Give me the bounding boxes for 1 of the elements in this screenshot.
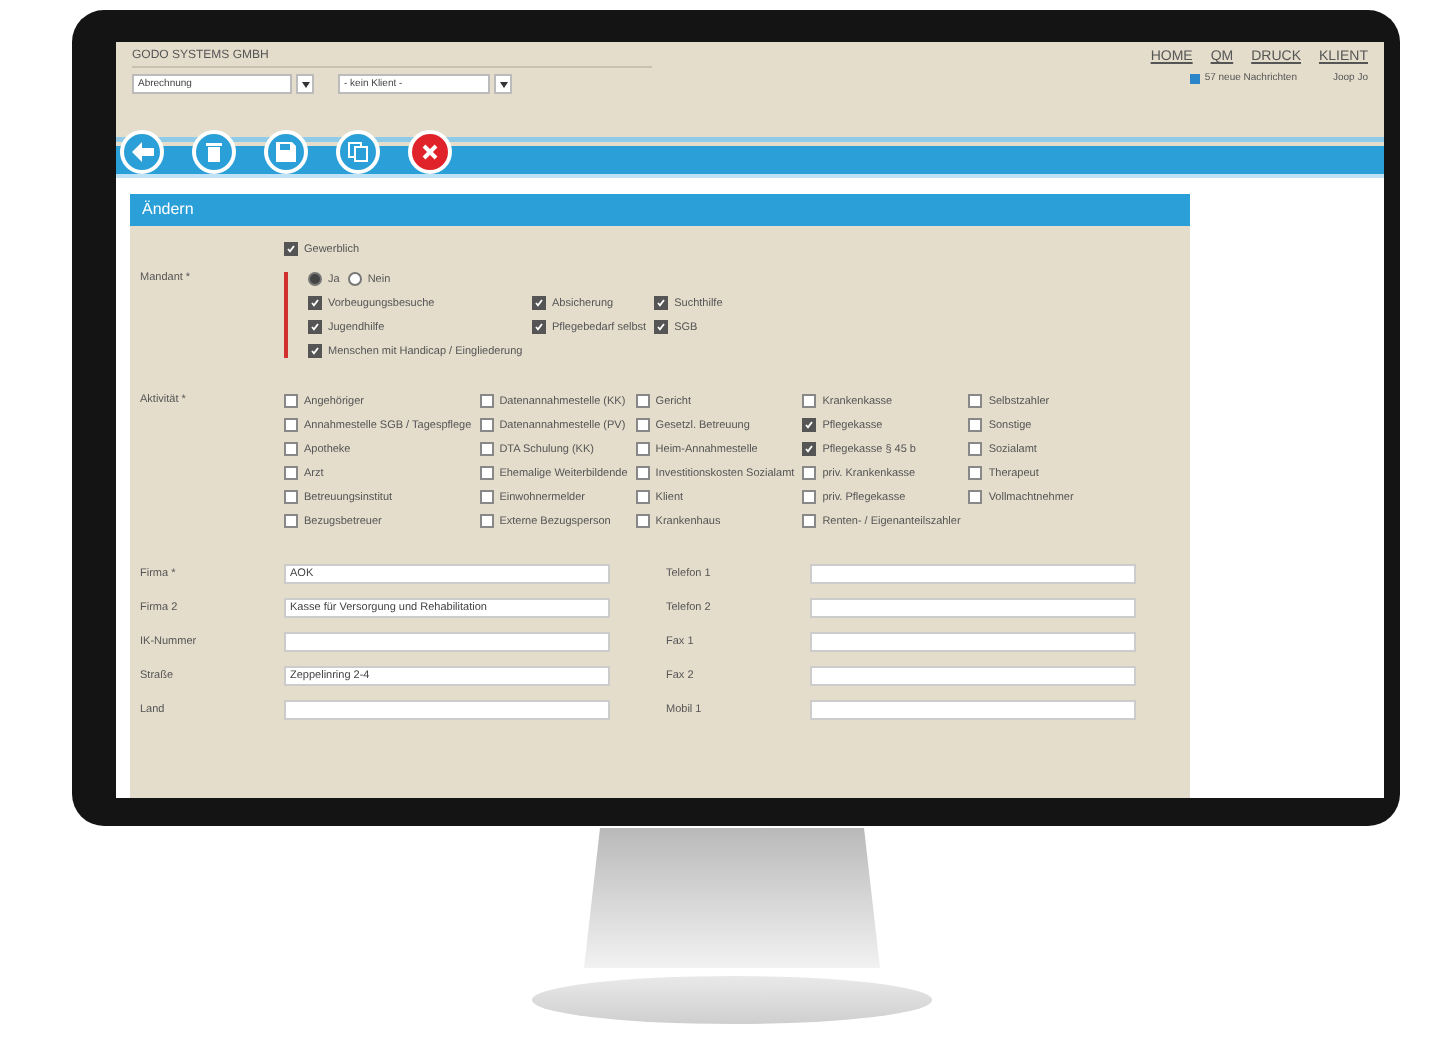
panel-title: Ändern: [130, 194, 1190, 226]
